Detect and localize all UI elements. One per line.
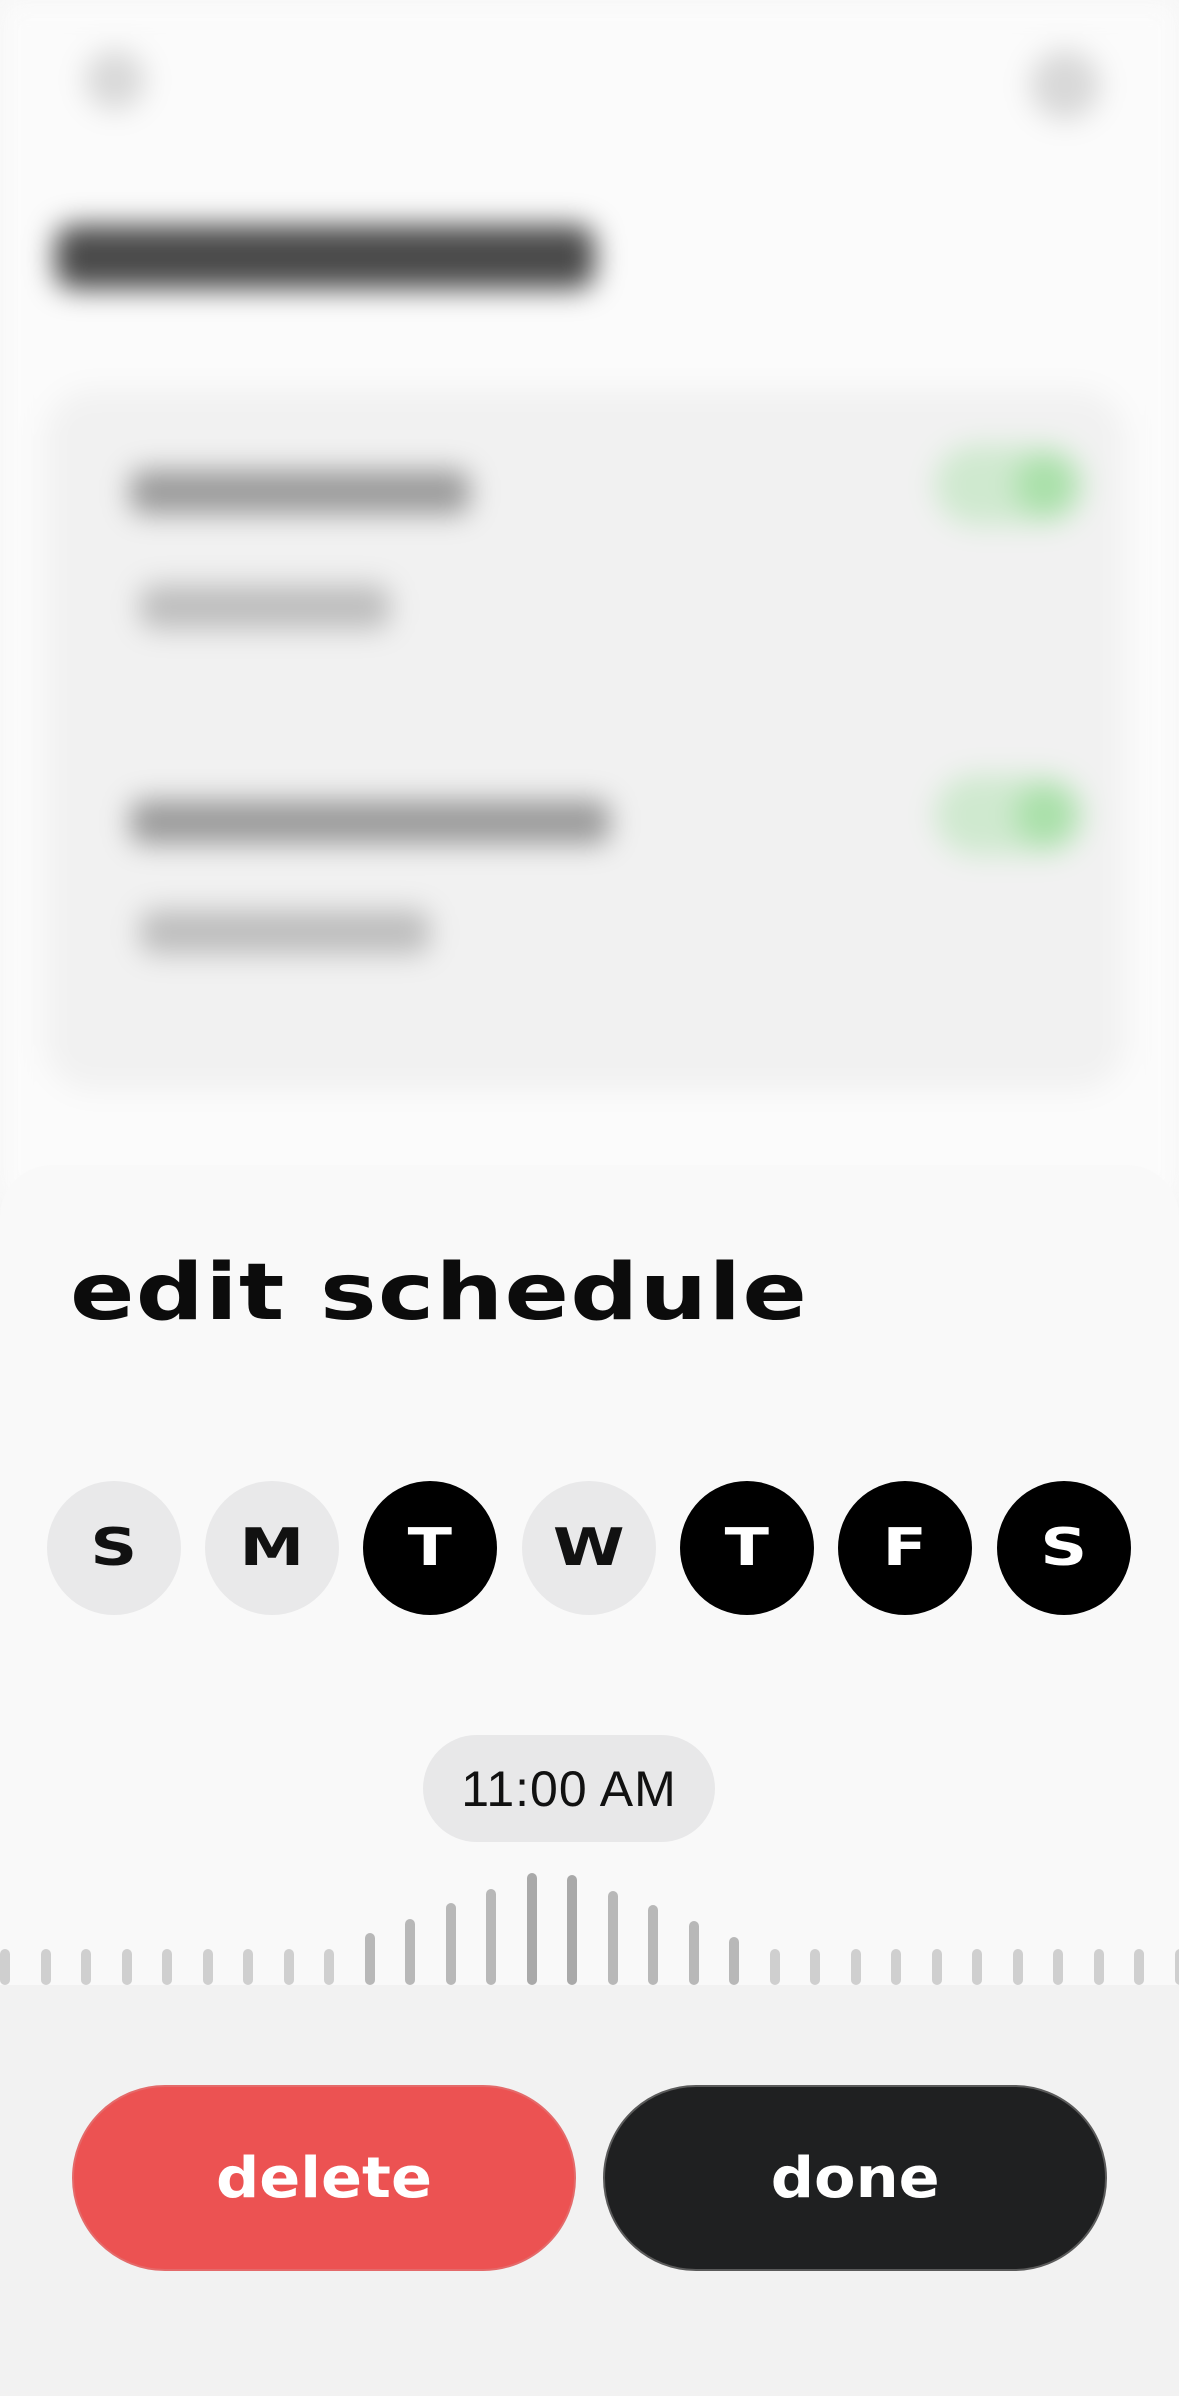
delete-button[interactable]: delete	[72, 2085, 576, 2271]
day-selector: S M T W T F S	[47, 1481, 1132, 1615]
time-tick	[1134, 1949, 1144, 1985]
time-tick	[283, 1949, 294, 1985]
time-tick	[364, 1933, 375, 1985]
time-tick	[445, 1903, 456, 1985]
time-tick	[81, 1949, 91, 1985]
time-tick	[121, 1949, 132, 1985]
time-tick	[324, 1949, 334, 1985]
back-icon	[85, 50, 145, 110]
toggle-switch	[935, 775, 1085, 855]
done-button[interactable]: done	[603, 2085, 1107, 2271]
toggle-switch	[935, 445, 1085, 525]
day-toggle-tuesday[interactable]: T	[363, 1481, 497, 1615]
time-tick	[567, 1875, 577, 1985]
time-tick	[688, 1921, 699, 1985]
day-toggle-wednesday[interactable]: W	[522, 1481, 656, 1615]
time-tick	[729, 1937, 739, 1985]
time-tick	[162, 1949, 172, 1985]
time-tick	[0, 1949, 10, 1985]
time-tick	[810, 1949, 820, 1985]
settings-icon	[1030, 50, 1100, 120]
time-tick	[243, 1949, 253, 1985]
time-tick	[972, 1949, 982, 1985]
time-tick	[1093, 1949, 1104, 1985]
schedule-list-card	[45, 390, 1125, 1090]
time-tick	[486, 1889, 496, 1985]
day-toggle-sunday[interactable]: S	[47, 1481, 181, 1615]
time-tick	[891, 1949, 901, 1985]
time-tick	[40, 1949, 51, 1985]
time-tick	[1012, 1949, 1023, 1985]
day-toggle-saturday[interactable]: S	[997, 1481, 1131, 1615]
page-title-blurred	[55, 225, 595, 289]
time-tick	[850, 1949, 861, 1985]
background-page-blurred	[0, 0, 1179, 1200]
time-tick	[526, 1873, 537, 1985]
time-tick	[931, 1949, 942, 1985]
day-toggle-thursday[interactable]: T	[680, 1481, 814, 1615]
day-toggle-friday[interactable]: F	[838, 1481, 972, 1615]
time-scroll-wheel[interactable]	[0, 1860, 1179, 1985]
time-tick	[607, 1891, 618, 1985]
time-tick	[405, 1919, 415, 1985]
time-tick	[648, 1905, 658, 1985]
time-tick	[202, 1949, 213, 1985]
time-tick	[1053, 1949, 1063, 1985]
day-toggle-monday[interactable]: M	[205, 1481, 339, 1615]
sheet-title: edit schedule	[70, 1248, 809, 1338]
selected-time-display: 11:00 AM	[423, 1735, 715, 1842]
time-tick	[1174, 1949, 1179, 1985]
time-tick	[769, 1949, 780, 1985]
